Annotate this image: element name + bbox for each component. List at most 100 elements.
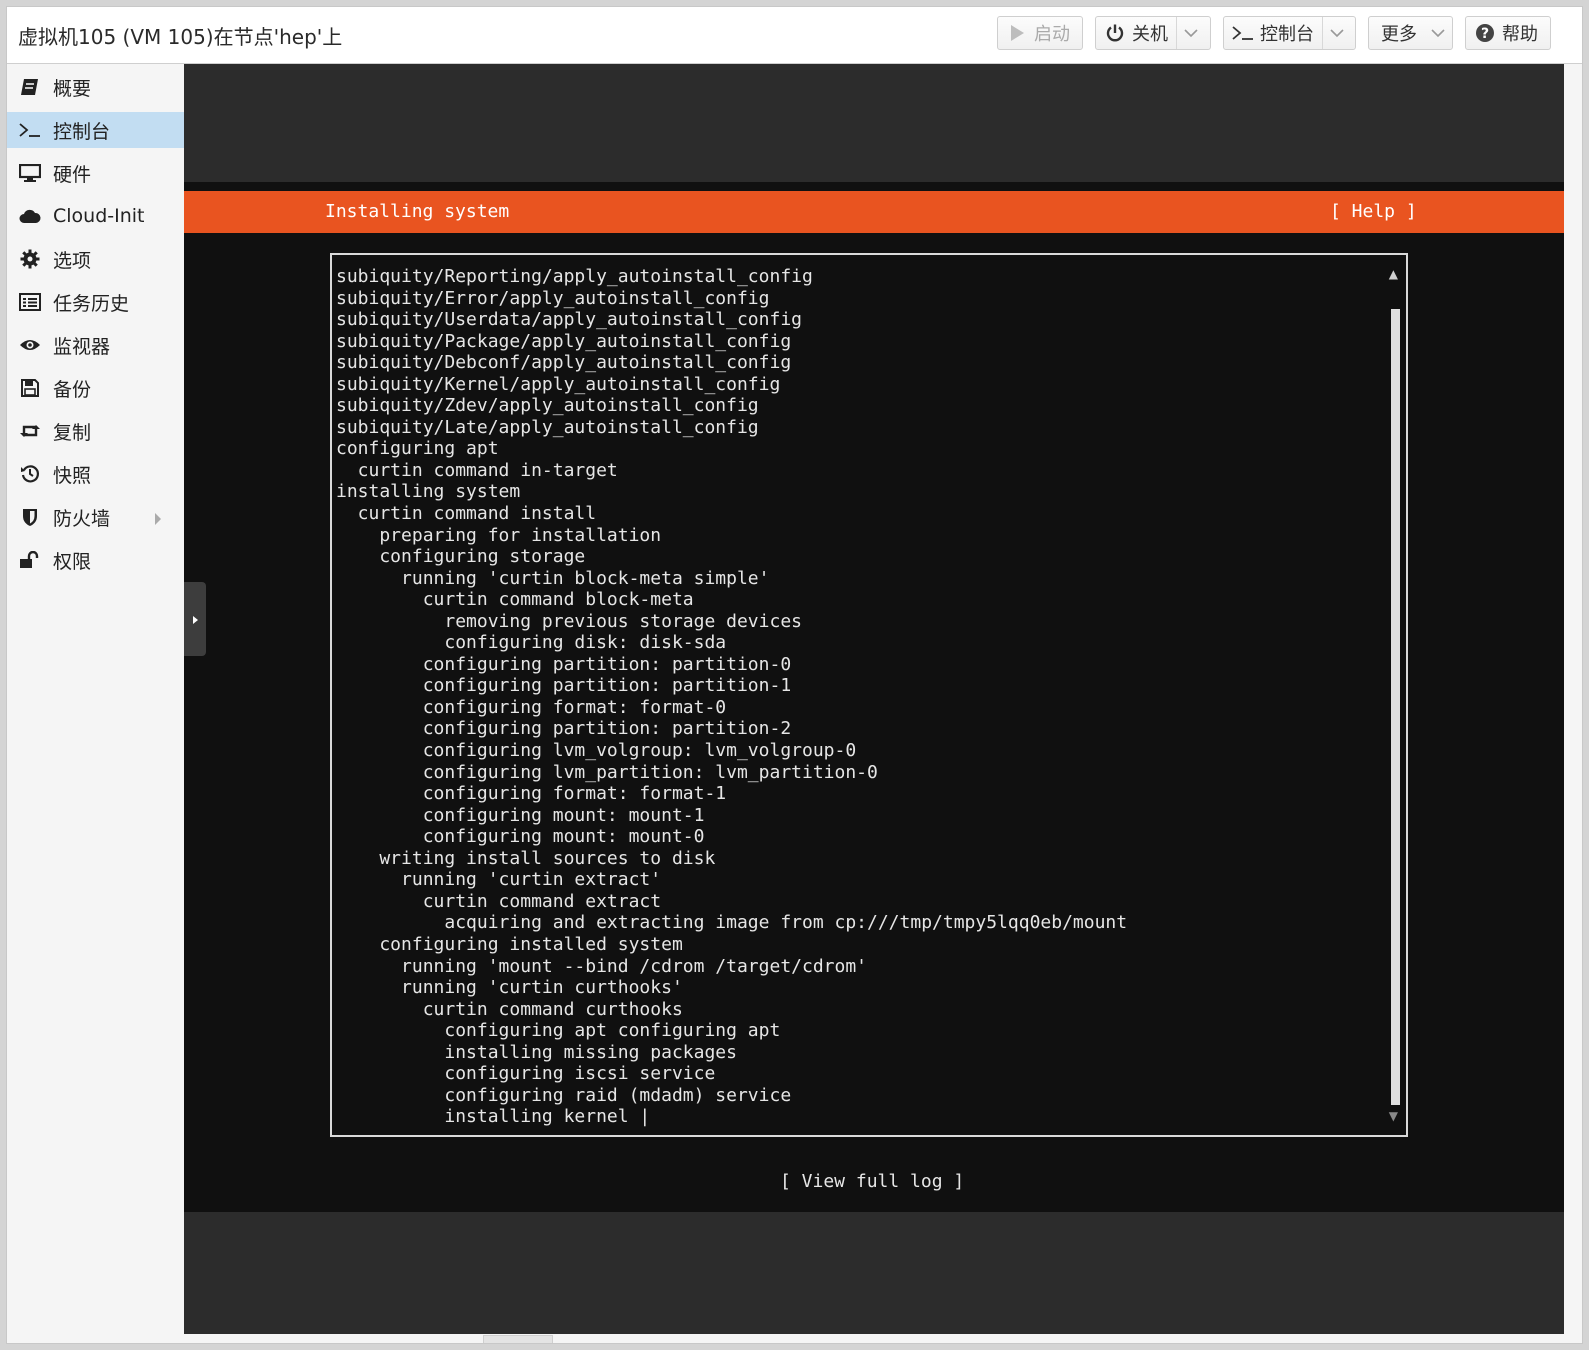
unlock-icon xyxy=(17,551,43,569)
sidebar-item-cloud-init[interactable]: Cloud-Init xyxy=(7,198,184,234)
log-line: configuring iscsi service xyxy=(336,1063,716,1085)
terminal-icon xyxy=(17,122,43,138)
shield-icon xyxy=(17,507,43,527)
sidebar-item-replication[interactable]: 复制 xyxy=(7,413,184,449)
sidebar-item-console[interactable]: 控制台 xyxy=(7,112,184,148)
log-line: subiquity/Late/apply_autoinstall_config xyxy=(336,416,759,438)
log-line: running 'curtin curthooks' xyxy=(336,977,683,999)
sidebar-item-backup[interactable]: 备份 xyxy=(7,370,184,406)
log-line: subiquity/Error/apply_autoinstall_config xyxy=(336,287,770,309)
power-icon xyxy=(1104,23,1126,43)
log-line: running 'curtin extract' xyxy=(336,869,662,891)
view-full-log-button[interactable]: [ View full log ] xyxy=(780,1171,964,1192)
start-button[interactable]: 启动 xyxy=(997,16,1083,50)
shutdown-button-label: 关机 xyxy=(1132,24,1168,45)
console-screen[interactable]: Installing system [ Help ] subiquity/Rep… xyxy=(184,182,1564,1212)
sidebar-item-monitor[interactable]: 监视器 xyxy=(7,327,184,363)
app-window: 虚拟机105 (VM 105)在节点'hep'上 启动 关机 控制台 更多 ? … xyxy=(6,6,1583,1344)
log-line: curtin command in-target xyxy=(336,459,618,481)
vm-console[interactable]: Installing system [ Help ] subiquity/Rep… xyxy=(184,64,1564,1334)
log-line: acquiring and extracting image from cp:/… xyxy=(336,912,1128,934)
log-line: configuring format: format-1 xyxy=(336,783,727,805)
sidebar-item-permissions[interactable]: 权限 xyxy=(7,542,184,578)
log-line: installing system xyxy=(336,481,521,503)
log-line: configuring lvm_partition: lvm_partition… xyxy=(336,761,878,783)
list-icon xyxy=(17,293,43,311)
sidebar-item-task-history[interactable]: 任务历史 xyxy=(7,284,184,320)
log-line: configuring installed system xyxy=(336,933,683,955)
log-line: configuring mount: mount-1 xyxy=(336,804,705,826)
sidebar-item-label: 任务历史 xyxy=(53,292,130,315)
terminal-icon xyxy=(1232,25,1254,41)
sidebar-item-label: 快照 xyxy=(53,464,92,487)
sidebar-item-label: 选项 xyxy=(53,249,92,272)
log-line: configuring partition: partition-1 xyxy=(336,675,792,697)
log-line: installing kernel | xyxy=(336,1106,651,1128)
log-line: configuring mount: mount-0 xyxy=(336,826,705,848)
more-button[interactable]: 更多 xyxy=(1368,16,1453,50)
sidebar-item-options[interactable]: 选项 xyxy=(7,241,184,277)
installer-title: Installing system xyxy=(325,201,510,222)
scroll-down-icon[interactable]: ▼ xyxy=(1389,1109,1398,1123)
help-button[interactable]: ? 帮助 xyxy=(1465,16,1551,50)
sidebar-item-label: 防火墙 xyxy=(53,507,111,530)
cloud-icon xyxy=(17,208,43,224)
chevron-down-icon xyxy=(1431,28,1445,38)
log-line: configuring lvm_volgroup: lvm_volgroup-0 xyxy=(336,740,857,762)
log-line: configuring partition: partition-0 xyxy=(336,653,792,675)
log-line: curtin command install xyxy=(336,503,597,525)
sidebar-item-label: 监视器 xyxy=(53,335,111,358)
caret-right-icon xyxy=(192,610,199,629)
sidebar-item-label: 复制 xyxy=(53,421,92,444)
log-line: configuring storage xyxy=(336,546,586,568)
start-button-label: 启动 xyxy=(1034,24,1070,45)
sidebar-item-hardware[interactable]: 硬件 xyxy=(7,155,184,191)
sidebar-collapse-handle[interactable] xyxy=(184,582,206,656)
log-line: subiquity/Reporting/apply_autoinstall_co… xyxy=(336,266,813,287)
chevron-down-icon[interactable] xyxy=(1322,17,1351,49)
log-line: installing missing packages xyxy=(336,1041,737,1063)
resize-handle[interactable] xyxy=(483,1335,553,1343)
log-line: writing install sources to disk xyxy=(336,847,716,869)
floppy-icon xyxy=(17,379,43,397)
log-line: subiquity/Userdata/apply_autoinstall_con… xyxy=(336,309,802,331)
play-icon xyxy=(1006,24,1028,42)
shutdown-button[interactable]: 关机 xyxy=(1095,16,1211,50)
log-line: curtin command extract xyxy=(336,890,662,912)
log-line: configuring partition: partition-2 xyxy=(336,718,792,740)
more-button-label: 更多 xyxy=(1381,24,1417,45)
sidebar-item-label: 硬件 xyxy=(53,163,92,186)
log-line: subiquity/Kernel/apply_autoinstall_confi… xyxy=(336,373,781,395)
log-line: configuring raid (mdadm) service xyxy=(336,1084,792,1106)
log-line: curtin command block-meta xyxy=(336,589,694,611)
console-button[interactable]: 控制台 xyxy=(1223,16,1356,50)
log-line: configuring apt configuring apt xyxy=(336,1020,781,1042)
log-line: subiquity/Zdev/apply_autoinstall_config xyxy=(336,395,759,417)
sidebar-item-label: 控制台 xyxy=(53,120,111,143)
console-button-label: 控制台 xyxy=(1260,24,1314,45)
sidebar-item-snapshots[interactable]: 快照 xyxy=(7,456,184,492)
scrollbar-thumb[interactable] xyxy=(1391,309,1400,1105)
monitor-icon xyxy=(17,164,43,182)
install-log-box[interactable]: subiquity/Reporting/apply_autoinstall_co… xyxy=(330,253,1408,1137)
eye-icon xyxy=(17,338,43,352)
log-line: running 'mount --bind /cdrom /target/cdr… xyxy=(336,955,868,977)
sidebar-item-label: 权限 xyxy=(53,550,92,573)
chevron-down-icon[interactable] xyxy=(1176,17,1205,49)
log-line: running 'curtin block-meta simple' xyxy=(336,567,770,589)
caret-right-icon xyxy=(154,509,162,531)
sidebar: 概要 控制台 硬件 Cloud-Init 选项 任务历史 监视器 备份 复制 快… xyxy=(7,64,184,1343)
log-line: configuring apt xyxy=(336,438,499,460)
log-line: curtin command curthooks xyxy=(336,998,683,1020)
sidebar-item-summary[interactable]: 概要 xyxy=(7,69,184,105)
sidebar-item-firewall[interactable]: 防火墙 xyxy=(7,499,184,535)
sidebar-item-label: Cloud-Init xyxy=(53,205,145,227)
scroll-up-icon[interactable]: ▲ xyxy=(1389,267,1398,281)
log-line: configuring format: format-0 xyxy=(336,696,727,718)
log-line: preparing for installation xyxy=(336,524,662,546)
history-icon xyxy=(17,464,43,484)
sidebar-item-label: 概要 xyxy=(53,77,92,100)
installer-help-button[interactable]: [ Help ] xyxy=(1330,201,1417,222)
install-log-lines: subiquity/Reporting/apply_autoinstall_co… xyxy=(336,266,1376,1128)
help-button-label: 帮助 xyxy=(1502,24,1538,45)
